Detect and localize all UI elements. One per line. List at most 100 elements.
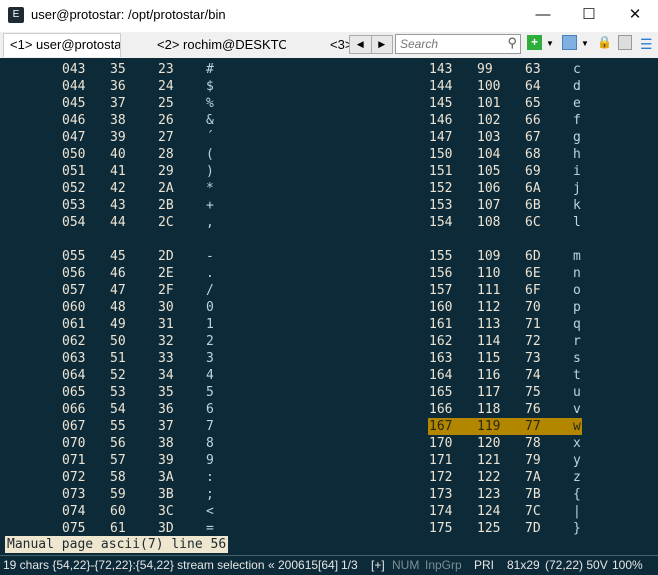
hex-cell: 6A xyxy=(525,181,541,196)
ascii-row: 055 45 2D - xyxy=(61,248,215,265)
pane-dropdown-icon[interactable]: ▼ xyxy=(581,36,589,52)
ascii-row: 175 125 7D} xyxy=(428,520,582,537)
hex-cell: 39 xyxy=(158,453,174,468)
ascii-row: 143 99 63 c xyxy=(428,61,582,78)
ascii-row: 043 35 23 # xyxy=(61,61,215,78)
decimal-cell: 41 xyxy=(110,164,126,179)
close-button[interactable]: ✕ xyxy=(612,0,658,30)
decimal-cell: 117 xyxy=(477,385,501,400)
hex-cell: 2D xyxy=(158,249,174,264)
hex-cell: 72 xyxy=(525,334,541,349)
hex-cell: 79 xyxy=(525,453,541,468)
menu-icon[interactable]: ☰ xyxy=(640,36,653,52)
ascii-row: 166 118 76 v xyxy=(428,401,582,418)
decimal-cell: 119 xyxy=(477,419,501,434)
hex-cell: 78 xyxy=(525,436,541,451)
char-cell: c xyxy=(573,62,581,77)
octal-cell: 145 xyxy=(429,96,453,111)
decimal-cell: 38 xyxy=(110,113,126,128)
new-console-icon[interactable]: + xyxy=(527,35,542,50)
ascii-row: 054 44 2C, xyxy=(61,214,215,231)
decimal-cell: 51 xyxy=(110,351,126,366)
octal-cell: 150 xyxy=(429,147,453,162)
hex-cell: 3B xyxy=(158,487,174,502)
char-cell: < xyxy=(206,504,214,519)
octal-cell: 056 xyxy=(62,266,86,281)
ascii-row: 155 109 6D m xyxy=(428,248,582,265)
octal-cell: 174 xyxy=(429,504,453,519)
lock-icon[interactable]: 🔒 xyxy=(597,34,612,50)
decimal-cell: 43 xyxy=(110,198,126,213)
tab-1[interactable]: <1> user@protostar:... xyxy=(3,33,121,57)
hex-cell: 30 xyxy=(158,300,174,315)
char-cell: o xyxy=(573,283,581,298)
status-pos[interactable]: (72,22) 50V xyxy=(545,556,608,575)
char-cell: f xyxy=(573,113,581,128)
decimal-cell: 44 xyxy=(110,215,126,230)
char-cell: p xyxy=(573,300,581,315)
octal-cell: 066 xyxy=(62,402,86,417)
split-icon[interactable] xyxy=(618,35,632,50)
octal-cell: 073 xyxy=(62,487,86,502)
hex-cell: 3A xyxy=(158,470,174,485)
octal-cell: 160 xyxy=(429,300,453,315)
hex-cell: 63 xyxy=(525,62,541,77)
hex-cell: 26 xyxy=(158,113,174,128)
conemu-app-icon[interactable]: E xyxy=(8,7,24,23)
search-input[interactable]: Search ⚲ xyxy=(395,34,521,54)
status-pri[interactable]: PRI xyxy=(474,556,494,575)
tab-3[interactable]: <3> xyxy=(326,34,350,58)
status-page[interactable]: 1/3 xyxy=(341,556,358,575)
decimal-cell: 115 xyxy=(477,351,501,366)
decimal-cell: 54 xyxy=(110,402,126,417)
decimal-cell: 110 xyxy=(477,266,501,281)
octal-cell: 161 xyxy=(429,317,453,332)
octal-cell: 067 xyxy=(62,419,86,434)
char-cell: j xyxy=(573,181,581,196)
ascii-row: 154 108 6C l xyxy=(428,214,582,231)
ascii-row: 067 55 37 7 xyxy=(61,418,215,435)
octal-cell: 157 xyxy=(429,283,453,298)
pane-icon[interactable] xyxy=(562,35,577,50)
hex-cell: 28 xyxy=(158,147,174,162)
char-cell: 4 xyxy=(206,368,214,383)
tab-2[interactable]: <2> rochim@DESKTOP-...[*] xyxy=(151,34,286,58)
octal-cell: 064 xyxy=(62,368,86,383)
hex-cell: 74 xyxy=(525,368,541,383)
octal-cell: 051 xyxy=(62,164,86,179)
search-icon[interactable]: ⚲ xyxy=(507,35,517,51)
hex-cell: 64 xyxy=(525,79,541,94)
char-cell: w xyxy=(573,419,581,434)
terminal[interactable]: Manual page ascii(7) line 56 043 35 23 #044… xyxy=(0,58,658,555)
status-bar: 19 chars {54,22}-{72,22}:{54,22} stream … xyxy=(0,555,658,575)
octal-cell: 156 xyxy=(429,266,453,281)
ascii-row: 163 115 73 s xyxy=(428,350,582,367)
status-num[interactable]: NUM xyxy=(392,556,419,575)
status-inpgrp[interactable]: InpGrp xyxy=(425,556,462,575)
new-console-dropdown-icon[interactable]: ▼ xyxy=(546,36,554,52)
octal-cell: 172 xyxy=(429,470,453,485)
hex-cell: 76 xyxy=(525,402,541,417)
octal-cell: 171 xyxy=(429,453,453,468)
scroll-left-icon[interactable]: ◀ xyxy=(350,36,372,53)
status-plus[interactable]: [+] xyxy=(371,556,385,575)
status-zoom[interactable]: 100% xyxy=(612,556,643,575)
hex-cell: 6D xyxy=(525,249,541,264)
ascii-row: 053 43 2B + xyxy=(61,197,215,214)
maximize-button[interactable]: ☐ xyxy=(566,0,612,30)
ascii-row: 150 104 68 h xyxy=(428,146,582,163)
decimal-cell: 48 xyxy=(110,300,126,315)
decimal-cell: 99 xyxy=(477,62,493,77)
minimize-button[interactable]: — xyxy=(520,0,566,30)
search-placeholder: Search xyxy=(400,37,439,51)
status-buffer[interactable]: « 200615[64] xyxy=(268,556,338,575)
char-cell: m xyxy=(573,249,581,264)
hex-cell: 6C xyxy=(525,215,541,230)
decimal-cell: 123 xyxy=(477,487,501,502)
decimal-cell: 37 xyxy=(110,96,126,111)
decimal-cell: 116 xyxy=(477,368,501,383)
scroll-right-icon[interactable]: ▶ xyxy=(372,36,393,53)
status-size[interactable]: 81x29 xyxy=(507,556,540,575)
octal-cell: 146 xyxy=(429,113,453,128)
char-cell: g xyxy=(573,130,581,145)
